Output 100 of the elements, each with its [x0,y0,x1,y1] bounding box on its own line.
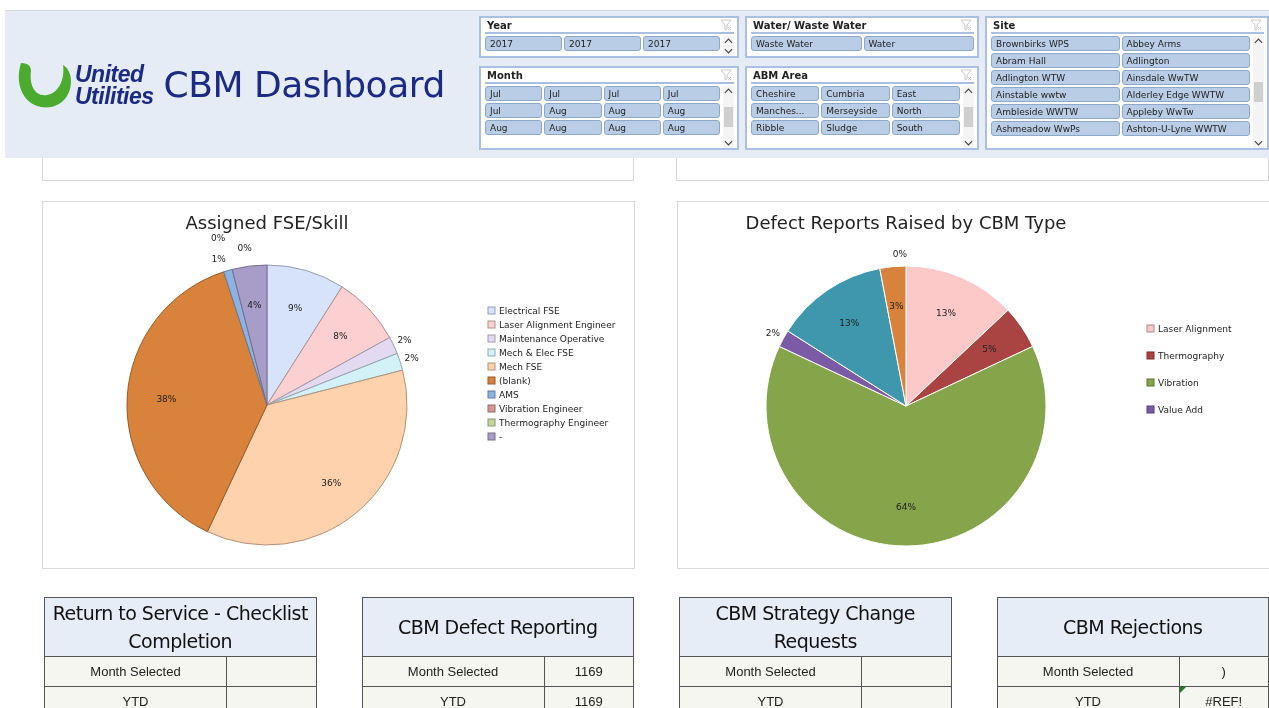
scroll-down-icon[interactable] [964,140,973,146]
slicer-item[interactable]: Aug [485,120,543,135]
legend-label: (blank) [499,376,531,386]
scroll-thumb[interactable] [964,107,973,127]
table-cell: Month Selected [45,657,227,686]
legend-label: Electrical FSE [499,306,560,316]
data-label: 1% [211,254,226,265]
slicer-item[interactable]: Jul [485,103,543,118]
slicer-item[interactable]: Aug [662,103,720,118]
legend-label: Thermography Engineer [499,418,609,428]
data-label: 4% [247,300,262,310]
legend-label: Maintenance Operative [499,334,605,344]
slicer-item[interactable]: South [891,120,960,135]
slicer-title: ABM Area [753,69,808,81]
data-label: 0% [237,243,252,254]
slicer-item[interactable]: Merseyside [821,103,890,118]
slicer-item[interactable]: Alderley Edge WWTW [1121,87,1250,102]
table-cell: Month Selected [997,657,1180,686]
table-cell: #REF! [1179,687,1268,708]
slicer-item[interactable]: Appleby WwTw [1121,104,1250,119]
legend-label: AMS [499,390,519,400]
scroll-thumb[interactable] [724,107,733,127]
table-cell: Month Selected [362,657,545,686]
legend-label: Laser Alignment [1158,324,1232,334]
table-title: CBM Strategy Change Requests [680,598,951,657]
data-label: 64% [896,501,916,512]
slicer-item[interactable]: Cheshire [751,86,820,101]
slicer-item[interactable]: Cumbria [821,86,890,101]
slicer-item[interactable]: Water [863,36,974,51]
dashboard-title: CBM Dashboard [163,64,445,105]
legend-label: Mech FSE [499,362,543,372]
chart-title: Assigned FSE/Skill [185,212,349,233]
slicer-item[interactable]: Jul [544,86,602,101]
data-label: 0% [892,249,908,259]
scroll-down-icon[interactable] [1254,140,1263,146]
slicer-item[interactable]: Aug [603,120,661,135]
slicer-item[interactable]: Ribble [751,120,820,135]
slicer-title: Water/ Waste Water [753,19,867,31]
slicer-item[interactable]: Aug [603,103,661,118]
slicer-item[interactable]: Ainsdale WwTW [1121,70,1250,85]
scroll-up-icon[interactable] [724,38,733,44]
slicer-title: Month [487,69,523,81]
data-label: 9% [288,303,303,314]
data-label: 38% [156,393,177,404]
scroll-up-icon[interactable] [1254,38,1263,44]
slicer-item[interactable]: Abbey Arms [1121,36,1250,51]
table-cell: Month Selected [680,657,862,686]
slicer-item[interactable]: Aug [662,120,720,135]
legend-label: - [499,432,503,442]
slicer-item[interactable]: Waste Water [751,36,862,51]
slicer-item[interactable]: Jul [485,86,543,101]
slicer-item[interactable]: Sludge [821,120,890,135]
data-label: 3% [889,300,904,311]
slicer-item[interactable]: Adlington WTW [991,70,1120,85]
scrollbar[interactable] [723,36,734,56]
slicer-item[interactable]: Ambleside WWTW [991,104,1120,119]
data-label: 13% [839,317,860,328]
slicer-item[interactable]: Ashton-U-Lyne WWTW [1121,121,1250,136]
slicer-item[interactable]: Ashmeadow WwPs [991,121,1120,136]
slicer-item[interactable]: Manches... [751,103,820,118]
table-cell-text: 1169 [573,663,604,681]
scroll-down-icon[interactable] [724,140,733,146]
slicer-item[interactable]: Aug [544,103,602,118]
slicer-item[interactable]: Aug [544,120,602,135]
scroll-down-icon[interactable] [724,48,733,54]
slicer-item[interactable]: Abram Hall [991,53,1120,68]
table-cell-text: 1169 [573,693,604,708]
slicer-item[interactable]: Jul [603,86,661,101]
slicer-item[interactable]: 2017 [564,36,641,51]
table-cell: YTD [997,687,1180,708]
scrollbar[interactable] [963,86,974,148]
slicer-item[interactable]: Ainstable wwtw [991,87,1120,102]
scroll-up-icon[interactable] [724,88,733,94]
table-title: CBM Rejections [997,598,1268,657]
data-label: 8% [333,331,348,341]
data-label: 2% [404,353,419,364]
slicer-item[interactable]: East [891,86,960,101]
data-label: 2% [765,327,780,338]
legend-label: Vibration Engineer [499,404,583,414]
scrollbar[interactable] [1253,36,1264,148]
chart-title: Defect Reports Raised by CBM Type [745,212,1067,233]
slicer-item[interactable]: 2017 [485,36,562,51]
data-label: 5% [982,344,997,355]
scrollbar[interactable] [723,86,734,148]
slicer-title: Year [487,19,512,31]
legend-label: Thermography [1158,351,1225,361]
legend-label: Laser Alignment Engineer [499,320,616,330]
scroll-up-icon[interactable] [964,88,973,94]
slicer-item[interactable]: North [891,103,960,118]
slicer-item[interactable]: Jul [662,86,720,101]
table-cell-text: ) [1220,663,1227,681]
table-cell: YTD [680,687,862,708]
scroll-thumb[interactable] [1254,82,1263,102]
slicer-item[interactable]: Adlington [1121,53,1250,68]
slicer-item[interactable]: Brownbirks WPS [991,36,1120,51]
legend-label: Value Add [1158,405,1203,415]
brand-name: United Utilities [75,62,154,107]
slicer-item[interactable]: 2017 [643,36,720,51]
legend-label: Vibration [1158,378,1199,388]
data-label: 0% [211,233,226,244]
